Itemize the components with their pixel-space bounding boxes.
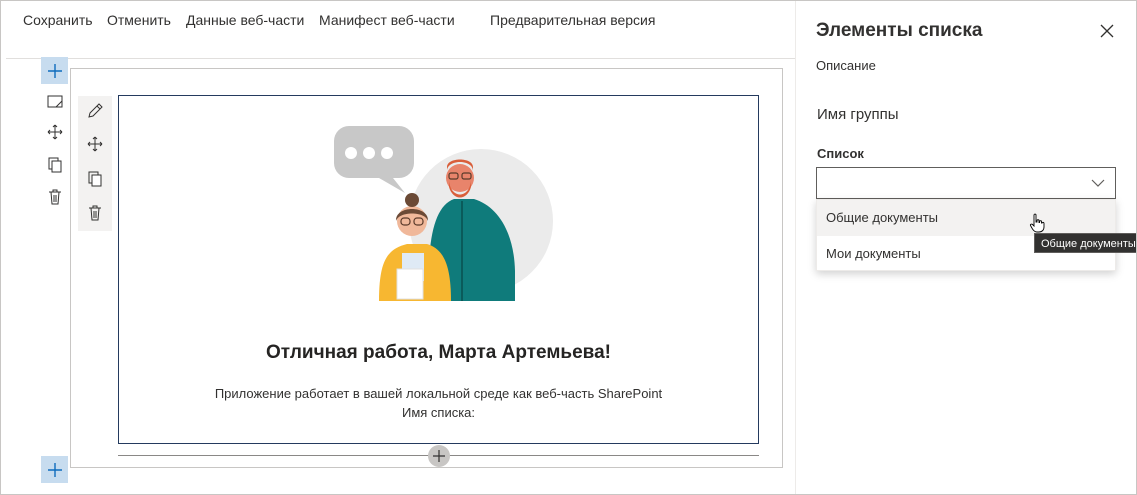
close-button[interactable] <box>1098 22 1116 40</box>
copy-icon[interactable] <box>85 169 105 189</box>
plus-icon <box>47 63 62 78</box>
option-tooltip: Общие документы <box>1034 233 1137 253</box>
list-name-label: Имя списка: <box>401 405 476 420</box>
delete-icon[interactable] <box>85 203 105 223</box>
edit-section-icon[interactable] <box>45 92 65 112</box>
webpart-description: Приложение работает в вашей локальной ср… <box>214 386 663 401</box>
plus-icon <box>47 462 62 477</box>
webpart-manifest-button[interactable]: Манифест веб-части <box>319 12 455 28</box>
chevron-down-icon <box>1091 179 1105 187</box>
edit-icon[interactable] <box>85 101 105 121</box>
add-section-top-button[interactable] <box>41 57 68 84</box>
pane-title: Элементы списка <box>816 20 983 41</box>
list-dropdown[interactable] <box>816 167 1116 199</box>
close-icon <box>1100 24 1114 38</box>
welcome-illustration <box>334 126 553 301</box>
save-button[interactable]: Сохранить <box>23 12 93 28</box>
webpart-container[interactable]: Отличная работа, Марта Артемьева! Прилож… <box>118 95 759 444</box>
group-name: Имя группы <box>817 106 899 123</box>
webpart-toolbar <box>78 96 112 231</box>
preview-button[interactable]: Предварительная версия <box>490 12 655 28</box>
pane-divider <box>795 0 796 495</box>
pane-description: Описание <box>816 58 876 73</box>
copy-section-icon[interactable] <box>45 155 65 175</box>
list-field-label: Список <box>817 146 864 161</box>
move-section-icon[interactable] <box>45 122 65 142</box>
cancel-button[interactable]: Отменить <box>107 12 171 28</box>
plus-icon <box>433 450 445 462</box>
hand-cursor-icon <box>1029 213 1045 233</box>
add-webpart-button[interactable] <box>428 445 450 467</box>
top-toolbar: Сохранить Отменить Данные веб-части Мани… <box>0 0 795 42</box>
add-section-bottom-button[interactable] <box>41 456 68 483</box>
webpart-title: Отличная работа, Марта Артемьева! <box>266 342 611 363</box>
delete-section-icon[interactable] <box>45 187 65 207</box>
toolbar-divider <box>6 58 795 59</box>
dropdown-option[interactable]: Общие документы <box>817 200 1115 236</box>
webpart-data-button[interactable]: Данные веб-части <box>186 12 304 28</box>
move-icon[interactable] <box>85 134 105 154</box>
